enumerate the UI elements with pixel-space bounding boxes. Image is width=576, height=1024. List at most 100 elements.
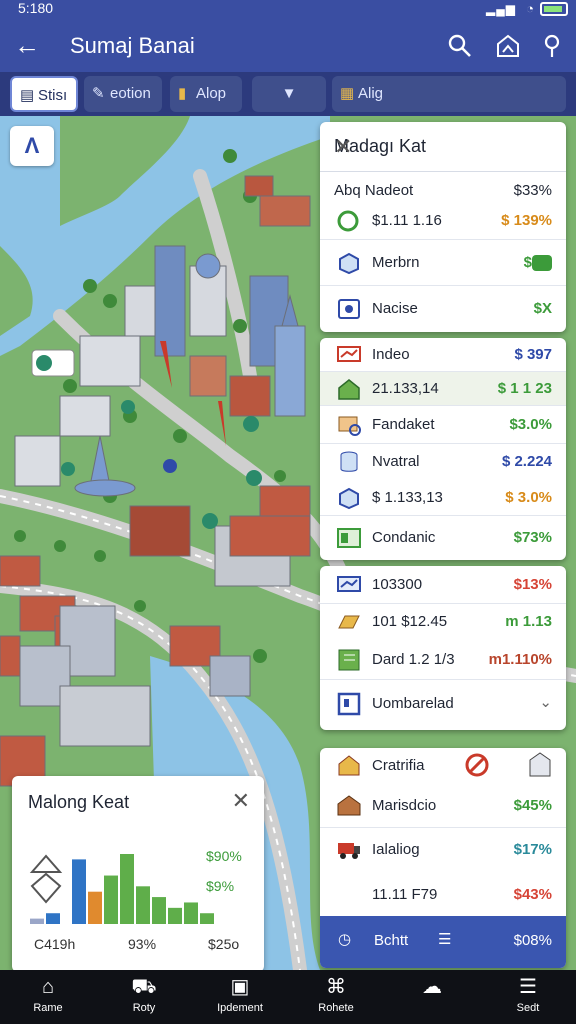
- ledger-icon: [338, 649, 360, 671]
- summary-card: Malong Keat ✕ $90% $9% C419h 93% $25o: [12, 776, 264, 972]
- location-center-button[interactable]: Ʌ: [10, 126, 54, 166]
- cloud-icon: ☁: [422, 976, 442, 998]
- row-value: m1.110%: [488, 651, 552, 668]
- row-label: Abq Nadeot: [334, 182, 414, 199]
- list-item[interactable]: $ 1.133,13 $ 3.0%: [320, 480, 566, 516]
- list-item[interactable]: Marisdcio $45%: [320, 784, 566, 828]
- filter-tab-bar: ▤ Stisı ✎ eotion ▮ Alop ▼ ▦ Alig: [0, 72, 576, 116]
- location-pin-icon[interactable]: [538, 32, 566, 60]
- tab-dropdown[interactable]: ▼: [252, 76, 326, 112]
- tab-alop[interactable]: ▮ Alop: [170, 76, 242, 112]
- chevron-down-icon: ▼: [281, 85, 297, 102]
- chart-bar: [72, 859, 86, 924]
- chevron-down-icon[interactable]: ⌄: [539, 693, 552, 711]
- prohibited-icon[interactable]: [464, 752, 490, 778]
- list-item[interactable]: Nvatral $ 2.224: [320, 444, 566, 480]
- info-panel-3: 103300 $13% 101 $12.45 m 1.13 Dard 1.2 1…: [320, 566, 566, 730]
- clock-icon: ◷: [338, 931, 352, 948]
- row-value: $33%: [513, 182, 552, 199]
- list-icon[interactable]: ☰: [438, 930, 451, 948]
- list-item[interactable]: Merbrn $: [320, 240, 566, 286]
- app-header: ← Sumaj Banai: [0, 22, 576, 72]
- list-item[interactable]: Dard 1.2 1/3 m1.110%: [320, 640, 566, 680]
- row-label: 21.133,14: [372, 380, 439, 397]
- truck-icon: [338, 843, 360, 859]
- list-item[interactable]: $1.11 1.16 $ 139%: [320, 204, 566, 240]
- close-icon[interactable]: ✕: [232, 788, 250, 814]
- nav-label: Sedt: [516, 1002, 540, 1014]
- chart-bar: [184, 902, 198, 924]
- list-item[interactable]: Indeo $ 397: [320, 338, 566, 372]
- chart-bar: [46, 913, 60, 924]
- row-label: Condanic: [372, 529, 436, 546]
- bottom-navigation: ⌂ Rame ⛟ Roty ▣ Ipdement ⌘ Rohete ☁ ☰ Sedt: [0, 970, 576, 1024]
- list-item[interactable]: Nacise $X: [320, 286, 566, 332]
- wrench-icon: [338, 416, 361, 436]
- tab-stisi[interactable]: ▤ Stisı: [10, 76, 78, 112]
- tab-eotion[interactable]: ✎ eotion: [84, 76, 162, 112]
- row-label: Uombarelad: [372, 695, 454, 712]
- clipboard-icon: ▮: [178, 85, 187, 102]
- nav-home[interactable]: ⌂ Rame: [0, 970, 96, 1024]
- card-title: Malong Keat: [28, 792, 130, 812]
- gold-bar-icon: [338, 615, 360, 629]
- chart-bar: [152, 897, 166, 924]
- list-item[interactable]: 101 $12.45 m 1.13: [320, 604, 566, 640]
- wifi-icon: ◔: [526, 1, 534, 16]
- tab-alig[interactable]: ▦ Alig: [332, 76, 566, 112]
- toggle-icon[interactable]: [532, 255, 552, 271]
- row-value: $ 397: [514, 346, 552, 363]
- footer-label: Bchtt: [374, 932, 409, 949]
- list-item[interactable]: Condanic $73%: [320, 516, 566, 560]
- nav-rohete[interactable]: ⌘ Rohete: [288, 970, 384, 1024]
- panel-footer[interactable]: ◷ Bchtt ☰ $08%: [320, 916, 566, 968]
- nav-label: Rohete: [318, 1002, 354, 1014]
- chart-icon: [337, 346, 361, 362]
- chart-x-label: 93%: [128, 936, 157, 952]
- chart-bar: [120, 854, 134, 924]
- shield-icon: [338, 299, 360, 319]
- row-label: Ialaliog: [372, 841, 420, 858]
- chart-icon: [337, 576, 361, 592]
- list-item[interactable]: Fandaket $3.0%: [320, 406, 566, 444]
- chart-label-top: $90%: [206, 848, 242, 864]
- list-item[interactable]: 21.133,14 $ 1 1 23: [320, 372, 566, 406]
- row-label: 11.11 F79: [372, 886, 438, 903]
- list-item[interactable]: 103300 $13%: [320, 566, 566, 604]
- building-icon[interactable]: [526, 750, 554, 780]
- dropdown-row[interactable]: Uombarelad ⌄: [320, 680, 566, 728]
- nav-ipdement[interactable]: ▣ Ipdement: [192, 970, 288, 1024]
- info-panel-1: Madagı Kat ✕ Abq Nadeot $33% $1.11 1.16 …: [320, 122, 566, 332]
- nav-sedt[interactable]: ☰ Sedt: [480, 970, 576, 1024]
- list-item[interactable]: Ialaliog $17%: [320, 828, 566, 872]
- row-value: $73%: [513, 529, 552, 546]
- chart-bar: [104, 875, 118, 924]
- row-label: Dard 1.2 1/3: [372, 651, 455, 668]
- chart-bar: [136, 886, 150, 924]
- row-label: Indeo: [372, 346, 410, 363]
- nav-label: Roty: [132, 1002, 156, 1014]
- box-icon: [339, 487, 359, 510]
- row-label: 101 $12.45: [372, 613, 448, 630]
- row-value: $17%: [513, 841, 552, 858]
- list-item[interactable]: Abq Nadeot $33%: [320, 172, 566, 204]
- row-label: Fandaket: [372, 416, 435, 433]
- close-icon[interactable]: ✕: [334, 134, 554, 160]
- row-label: Nacise: [372, 300, 418, 317]
- nav-label: Rame: [33, 1002, 63, 1014]
- nav-roty[interactable]: ⛟ Roty: [96, 970, 192, 1024]
- back-arrow-icon[interactable]: ←: [14, 32, 40, 58]
- row-value: $: [523, 254, 532, 271]
- page-title: Sumaj Banai: [70, 33, 195, 58]
- document-icon: ▣: [230, 976, 250, 998]
- list-item[interactable]: Cratrifia: [320, 748, 566, 784]
- search-icon[interactable]: [446, 32, 474, 60]
- row-label: Marisdcio: [372, 797, 437, 814]
- list-item[interactable]: 11.11 F79 $43%: [320, 872, 566, 912]
- row-label: Nvatral: [372, 453, 420, 470]
- map-home-icon[interactable]: [494, 32, 522, 60]
- nav-cloud[interactable]: ☁: [384, 970, 480, 1024]
- circle-icon: [337, 210, 359, 232]
- tab-label: Alig: [358, 85, 384, 102]
- compass-icon: Ʌ: [24, 133, 40, 158]
